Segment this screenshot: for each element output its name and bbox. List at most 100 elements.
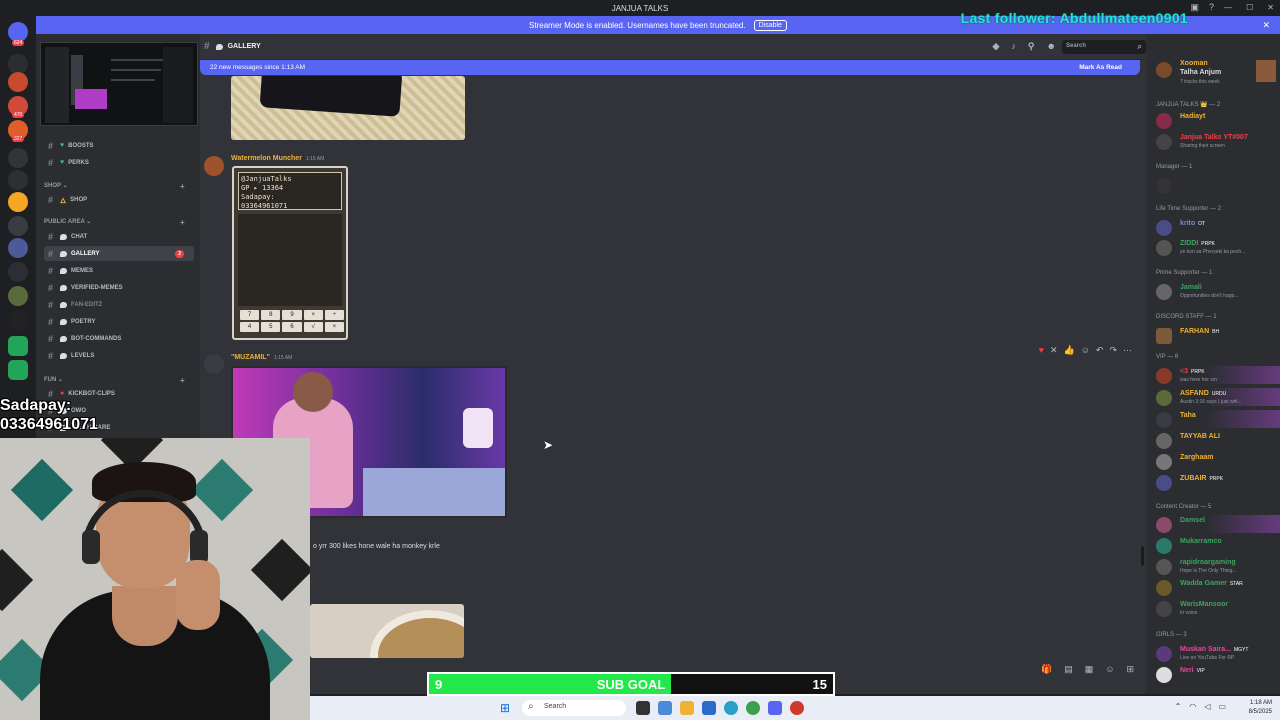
member-row[interactable]: Damsel <box>1156 515 1280 533</box>
channel-memes[interactable]: # MEMES <box>44 263 194 278</box>
channel-poetry[interactable]: # POETRY <box>44 314 194 329</box>
more-options-icon[interactable]: ⋯ <box>1123 345 1132 356</box>
taskbar-search[interactable]: ⌕ Search <box>522 700 626 716</box>
member-row[interactable]: ZIDDI PRPK ye kon sa Pheryeki ka pech... <box>1156 238 1280 256</box>
gift-icon[interactable]: 🎁 <box>1041 664 1052 675</box>
server-icon[interactable] <box>8 72 28 92</box>
avatar[interactable] <box>204 354 224 374</box>
server-icon[interactable] <box>8 238 28 258</box>
member-row[interactable]: FARHAN BH <box>1156 326 1280 344</box>
browser-icon[interactable] <box>724 701 738 715</box>
member-row[interactable]: rapidroargaming Hope is The Only Thing... <box>1156 557 1280 575</box>
new-messages-bar[interactable]: 22 new messages since 1:13 AM Mark As Re… <box>200 60 1140 75</box>
chat-scrollbar[interactable] <box>1141 546 1144 566</box>
category-fun[interactable]: FUN ⌄ + <box>44 376 185 385</box>
member-row[interactable]: Wadda Gamer STAR <box>1156 578 1280 596</box>
member-spotify[interactable]: Xooman Talha Anjum 7 tracks this week <box>1156 60 1280 88</box>
channel-levels[interactable]: # LEVELS <box>44 348 194 363</box>
category-public-area[interactable]: PUBLIC AREA ⌄ + <box>44 218 185 227</box>
channel-perks[interactable]: # ♥ PERKS <box>44 155 194 170</box>
member-row[interactable]: WarisMansoor In voice <box>1156 599 1280 617</box>
add-reaction-icon[interactable]: ☺ <box>1081 345 1090 356</box>
add-channel-icon[interactable]: + <box>180 182 185 191</box>
member-row[interactable]: Muskan Saira... MGYT Live on YouTube For R… <box>1156 644 1280 662</box>
wifi-icon[interactable]: ◠ <box>1189 702 1196 711</box>
server-icon[interactable] <box>8 286 28 306</box>
discord-icon[interactable] <box>768 701 782 715</box>
maximize-button[interactable]: ☐ <box>1246 3 1253 12</box>
member-row[interactable] <box>1156 176 1280 194</box>
tray-chevron-icon[interactable]: ⌃ <box>1175 702 1182 711</box>
server-icon[interactable] <box>8 170 28 190</box>
channel-bot-commands[interactable]: # BOT-COMMANDS <box>44 331 194 346</box>
windows-start-icon[interactable]: ⊞ <box>500 701 514 715</box>
channel-fan-editz[interactable]: # FAN-EDITZ <box>44 297 194 312</box>
discord-home-icon[interactable] <box>8 22 28 42</box>
member-row[interactable]: ASFAND URDU Austin 3:16 says I just whi... <box>1156 388 1280 406</box>
volume-icon[interactable]: ◁ <box>1204 702 1210 711</box>
threads-icon[interactable]: ◈ <box>993 41 1000 52</box>
member-row[interactable]: Taha <box>1156 410 1280 428</box>
server-icon[interactable] <box>8 192 28 212</box>
search-input[interactable]: Search ⌕ <box>1062 40 1146 54</box>
emoji-icon[interactable]: ☺ <box>1105 664 1114 675</box>
member-row[interactable]: <3 PRPK was here her sm <box>1156 366 1280 384</box>
member-row[interactable]: Hadiayt <box>1156 111 1280 129</box>
server-icon[interactable] <box>8 216 28 236</box>
channel-shop[interactable]: # 🜂 SHOP <box>44 192 194 207</box>
reply-icon[interactable]: ↶ <box>1096 345 1104 356</box>
taskbar-clock[interactable]: 1:18 AM 8/5/2025 <box>1249 699 1272 717</box>
obs-icon[interactable] <box>790 701 804 715</box>
member-row[interactable]: krito OT <box>1156 218 1280 236</box>
forward-icon[interactable]: ↷ <box>1109 345 1117 356</box>
member-row[interactable]: Neri VIP <box>1156 665 1280 683</box>
server-icon[interactable] <box>8 54 28 74</box>
channel-gallery[interactable]: # GALLERY 2 <box>44 246 194 261</box>
notification-bell-icon[interactable]: ♪ <box>1011 41 1016 52</box>
avatar[interactable] <box>204 156 224 176</box>
disable-streamer-mode-button[interactable]: Disable <box>753 19 787 31</box>
minimize-button[interactable]: — <box>1224 3 1232 12</box>
add-channel-icon[interactable]: + <box>180 218 185 227</box>
reaction-icon[interactable]: ✕ <box>1050 345 1058 356</box>
message-author[interactable]: Watermelon Muncher 1:15 AM <box>231 155 324 162</box>
channel-boosts[interactable]: # ♥ BOOSTS <box>44 138 194 153</box>
task-view-icon[interactable] <box>636 701 650 715</box>
member-row[interactable]: TAYYAB ALI <box>1156 431 1280 449</box>
sticker-icon[interactable]: ▦ <box>1085 664 1094 675</box>
explore-servers-icon[interactable] <box>8 360 28 380</box>
close-window-button[interactable]: ✕ <box>1267 3 1274 12</box>
member-list-icon[interactable]: ☻ <box>1047 41 1056 52</box>
message-image-phone[interactable] <box>231 76 465 140</box>
member-row[interactable]: ZUBAIR PRPK <box>1156 473 1280 491</box>
gif-icon[interactable]: ▤ <box>1064 664 1073 675</box>
thumbs-up-icon[interactable]: 👍 <box>1063 345 1074 356</box>
file-explorer-icon[interactable] <box>680 701 694 715</box>
server-icon[interactable] <box>8 262 28 282</box>
screen-share-preview[interactable] <box>40 42 198 126</box>
battery-icon[interactable]: ▭ <box>1218 702 1226 711</box>
app-icon[interactable] <box>658 701 672 715</box>
close-banner-icon[interactable]: ✕ <box>1262 20 1270 31</box>
mark-as-read-button[interactable]: Mark As Read <box>1079 64 1122 71</box>
add-channel-icon[interactable]: + <box>180 376 185 385</box>
inbox-icon[interactable]: ▣ <box>1190 2 1199 13</box>
member-row[interactable]: Zarghaam <box>1156 452 1280 470</box>
server-icon[interactable] <box>8 148 28 168</box>
message-image-food[interactable] <box>310 604 464 658</box>
message-image-calculator[interactable]: @JanjuaTalks GP ▸ 13364 Sadapay: 0336496… <box>232 166 348 340</box>
app-icon[interactable] <box>702 701 716 715</box>
channel-chat[interactable]: # CHAT <box>44 229 194 244</box>
channel-verified-memes[interactable]: # VERIFIED-MEMES <box>44 280 194 295</box>
help-icon[interactable]: ? <box>1209 2 1214 13</box>
message-author[interactable]: "MUZAMIL" 1:15 AM <box>231 354 292 361</box>
pin-icon[interactable]: ⚲ <box>1028 41 1035 52</box>
member-row[interactable]: Janjua Talks YT#007 Sharing their screen <box>1156 132 1280 150</box>
server-icon[interactable] <box>8 310 28 330</box>
member-row[interactable]: Mukarramco <box>1156 536 1280 554</box>
category-shop[interactable]: SHOP ⌄ + <box>44 182 185 191</box>
chrome-icon[interactable] <box>746 701 760 715</box>
member-row[interactable]: Jamali Opportunities don't happ... <box>1156 282 1280 300</box>
apps-icon[interactable]: ⊞ <box>1126 664 1134 675</box>
heart-reaction-icon[interactable]: ♥ <box>1039 345 1044 356</box>
